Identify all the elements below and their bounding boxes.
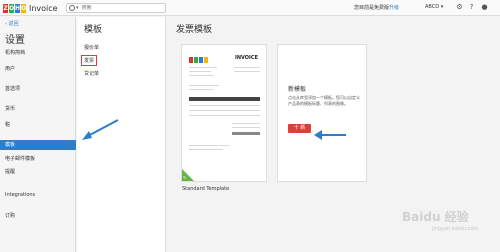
preview-total	[232, 132, 260, 135]
logo-letter-o2: O	[21, 3, 27, 13]
menu-item-credit-notes[interactable]: 贷记单	[84, 70, 99, 77]
new-template-card[interactable]: 新模板 点击从库里添加一个模板。您可以自定义产品表的模板标题、列表的图像。 十 …	[277, 44, 367, 182]
upgrade-link[interactable]: 升级	[389, 5, 399, 11]
watermark: Baidu 经验	[402, 210, 469, 224]
chevron-down-icon[interactable]: ▾	[76, 5, 79, 11]
preview-logo	[189, 57, 209, 63]
preview-line	[189, 110, 260, 111]
logo-letter-h: H	[15, 3, 21, 13]
sidebar-item-integrations[interactable]: Integrations	[0, 190, 76, 200]
preview-line	[189, 75, 214, 76]
preview-line	[189, 85, 219, 86]
sidebar-item-tax[interactable]: 税	[0, 120, 76, 130]
preview-table-header	[189, 97, 260, 101]
logo-letter-z: Z	[3, 3, 8, 13]
watermark-url: jingyan.baidu.com	[432, 226, 479, 232]
settings-sidebar: ‹ 返回 设置 机构简档 用户 首选项 货币 税 模板 电子邮件模板 提醒 In…	[0, 17, 76, 252]
chevron-left-icon: ‹	[5, 21, 7, 27]
preview-line	[234, 71, 260, 72]
app-logo[interactable]: Z O H O Invoice	[3, 2, 58, 14]
search-input[interactable]	[81, 5, 152, 11]
settings-icon[interactable]: ⚙	[455, 3, 464, 12]
menu-item-quotes[interactable]: 报价单	[84, 44, 99, 51]
sidebar-item-currency[interactable]: 货币	[0, 104, 76, 114]
sidebar-item-org-profile[interactable]: 机构简档	[0, 48, 76, 58]
preview-line	[189, 71, 211, 72]
help-icon[interactable]: ?	[467, 3, 476, 12]
preview-line	[189, 145, 229, 146]
preview-line	[189, 89, 213, 90]
org-switcher[interactable]: ABCD ▾	[425, 4, 443, 10]
sidebar-item-email-templates[interactable]: 电子邮件模板	[0, 154, 76, 164]
search-icon[interactable]	[69, 5, 75, 11]
chevron-down-icon: ▾	[440, 4, 444, 10]
app-name: Invoice	[29, 3, 58, 13]
sidebar-item-subscription[interactable]: 订购	[0, 211, 76, 221]
annotation-arrow-left	[82, 119, 119, 140]
preview-invoice-title: INVOICE	[234, 55, 258, 61]
template-card-standard[interactable]: INVOICE ✎	[181, 44, 267, 182]
preview-line	[232, 123, 260, 124]
new-template-description: 点击从库里添加一个模板。您可以自定义产品表的模板标题、列表的图像。	[288, 95, 360, 106]
preview-line	[189, 115, 260, 116]
org-name: ABCD	[425, 4, 440, 10]
trial-text: 您目前是免费版	[354, 5, 390, 11]
preview-line	[189, 149, 223, 150]
sidebar-title: 设置	[5, 35, 25, 46]
top-bar: Z O H O Invoice ▾ 您目前是免费版升级 ABCD ▾ ⚙ ? ●	[0, 0, 500, 16]
template-menu-title: 模板	[84, 25, 103, 35]
pen-icon: ✎	[183, 175, 187, 180]
plan-status: 您目前是免费版升级	[354, 4, 399, 11]
logo-letter-o: O	[9, 3, 15, 13]
preview-line	[232, 127, 260, 128]
new-template-title: 新模板	[288, 86, 307, 93]
preview-line	[189, 67, 217, 68]
sidebar-item-templates[interactable]: 模板	[0, 140, 76, 150]
user-icon[interactable]: ●	[480, 3, 489, 12]
sidebar-item-users[interactable]: 用户	[0, 64, 76, 74]
menu-item-invoices[interactable]: 发票	[81, 55, 98, 66]
back-label: 返回	[8, 21, 19, 27]
back-link[interactable]: ‹ 返回	[5, 20, 19, 27]
annotation-arrow-right	[314, 130, 346, 140]
preview-line	[189, 105, 260, 106]
new-template-button[interactable]: 十 新	[288, 124, 311, 133]
sidebar-item-reminders[interactable]: 提醒	[0, 167, 76, 177]
search-box[interactable]: ▾	[66, 3, 166, 13]
template-caption: Standard Template	[182, 186, 230, 192]
page-title: 发票模板	[176, 25, 213, 35]
preview-line	[234, 67, 260, 68]
sidebar-item-preferences[interactable]: 首选项	[0, 84, 76, 94]
